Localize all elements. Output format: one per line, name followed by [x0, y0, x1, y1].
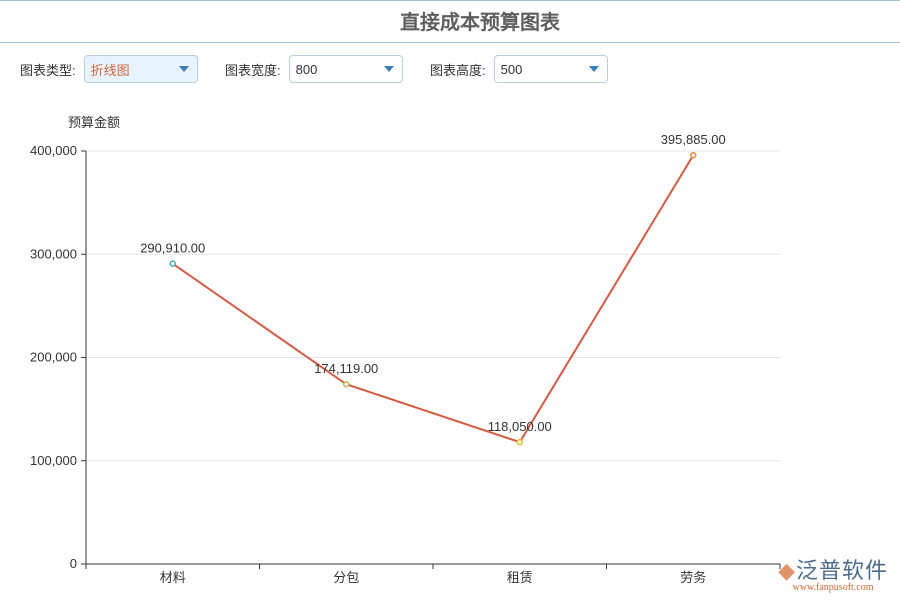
y-tick-label: 300,000 — [30, 246, 77, 261]
data-label: 395,885.00 — [661, 132, 726, 147]
data-point — [517, 440, 522, 445]
watermark-logo: ◆泛普软件 www.fanpusoft.com — [778, 553, 888, 593]
y-tick-label: 200,000 — [30, 350, 77, 365]
x-tick-label: 劳务 — [680, 570, 706, 585]
y-tick-label: 0 — [70, 556, 77, 571]
data-label: 118,050.00 — [488, 419, 552, 434]
watermark-url: www.fanpusoft.com — [778, 582, 888, 593]
data-label: 290,910.00 — [140, 241, 205, 256]
y-axis-label: 预算金额 — [68, 115, 120, 130]
x-tick-label: 租赁 — [507, 570, 533, 585]
data-point — [344, 382, 349, 387]
y-tick-label: 400,000 — [30, 143, 77, 158]
line-chart: 预算金额 0 100,000 200,000 300,000 400,000 材料 分包 租赁 劳… — [0, 0, 900, 600]
x-tick-label: 材料 — [160, 570, 186, 585]
data-label: 174,119.00 — [314, 361, 378, 376]
watermark-name: 泛普软件 — [796, 558, 888, 583]
x-tick-label: 分包 — [333, 570, 359, 585]
series-line — [173, 155, 694, 442]
data-point — [691, 153, 696, 158]
data-point — [170, 261, 175, 266]
y-tick-label: 100,000 — [30, 453, 77, 468]
